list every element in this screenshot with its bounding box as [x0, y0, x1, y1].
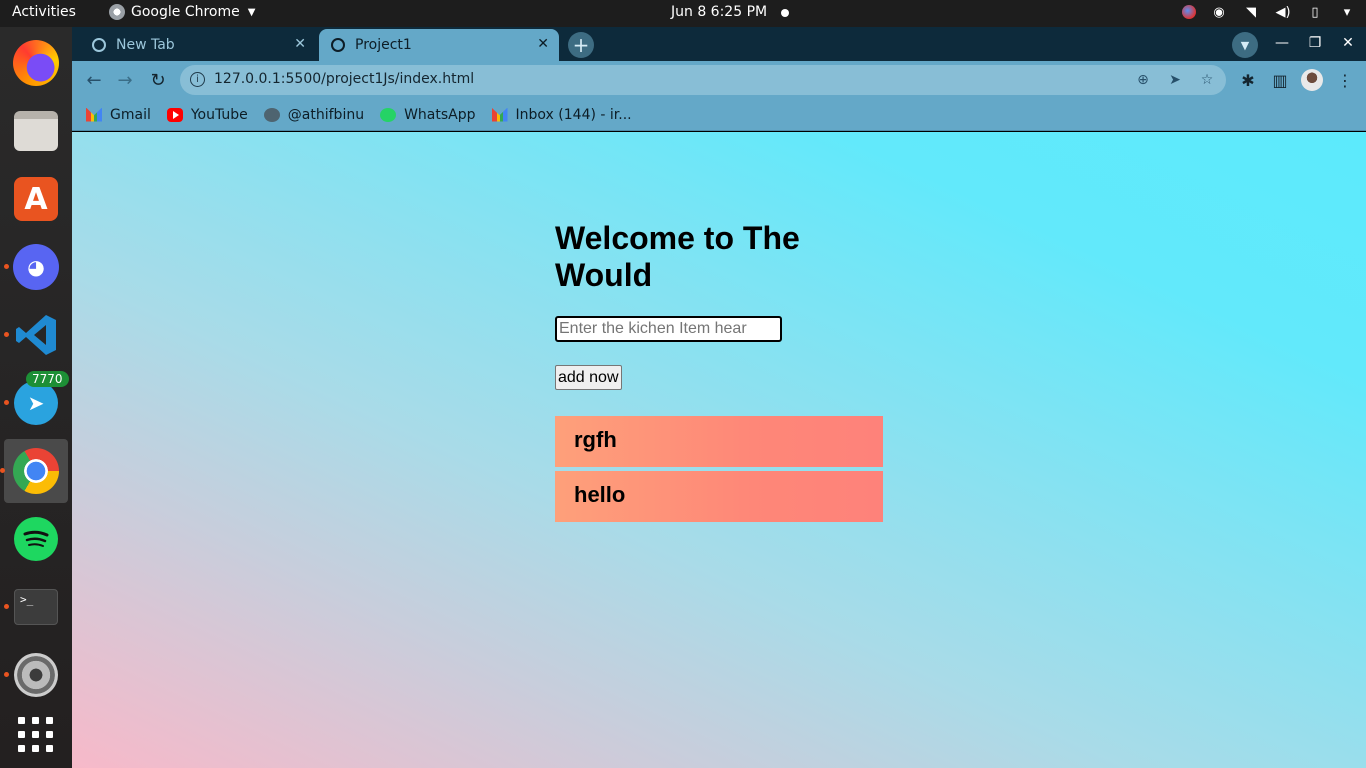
whatsapp-icon [380, 107, 397, 122]
globe-icon [331, 38, 345, 52]
settings-icon [14, 653, 58, 697]
site-info-icon[interactable]: i [190, 72, 205, 87]
side-panel-icon[interactable]: ▥ [1269, 69, 1291, 91]
volume-icon[interactable]: ◀) [1274, 4, 1292, 20]
app-store-icon: A [14, 177, 58, 221]
gmail-icon [491, 107, 508, 122]
chrome-window: New Tab ✕ Project1 ✕ + ▼ — ❐ ✕ ← → ↻ i 1… [72, 27, 1366, 768]
zoom-icon[interactable]: ⊕ [1134, 71, 1152, 89]
dock-terminal[interactable]: >_ [4, 583, 60, 631]
bookmark-gmail[interactable]: Gmail [86, 107, 151, 123]
activities-button[interactable]: Activities [12, 4, 76, 20]
close-tab-icon[interactable]: ✕ [294, 36, 306, 52]
app-menu[interactable]: Google Chrome ▼ [109, 4, 255, 20]
dock-settings[interactable] [4, 651, 60, 699]
address-bar[interactable]: i 127.0.0.1:5500/project1Js/index.html ⊕… [180, 65, 1226, 95]
browser-toolbar: ← → ↻ i 127.0.0.1:5500/project1Js/index.… [72, 61, 1366, 99]
menu-kebab-icon[interactable]: ⋮ [1334, 69, 1356, 91]
bookmark-inbox[interactable]: Inbox (144) - ir... [491, 106, 632, 123]
running-indicator [4, 604, 9, 609]
spotify-icon [14, 517, 58, 561]
bookmark-label: Inbox (144) - ir... [515, 106, 632, 123]
screen-record-icon[interactable] [1182, 5, 1196, 19]
close-tab-icon[interactable]: ✕ [537, 36, 549, 52]
bookmark-youtube[interactable]: YouTube [166, 106, 248, 123]
terminal-icon: >_ [14, 589, 58, 625]
tab-new-tab[interactable]: New Tab ✕ [80, 29, 316, 61]
bookmark-label: WhatsApp [404, 106, 476, 123]
new-tab-button[interactable]: + [568, 32, 594, 58]
page-heading: Welcome to The Would [555, 220, 800, 293]
list-item: rgfh [555, 416, 883, 467]
dock: A ◕ ➤ 7770 >_ [0, 27, 72, 768]
app-grid-icon [18, 717, 54, 753]
chrome-tab-icon [92, 38, 106, 52]
system-tray[interactable]: ◉ ◥ ◀) ▯ ▾ [1182, 4, 1356, 20]
dock-chrome-active[interactable] [0, 439, 68, 503]
dock-vscode[interactable] [4, 311, 60, 359]
bookmark-label: YouTube [190, 106, 248, 123]
running-indicator [4, 400, 9, 405]
kitchen-item-input[interactable] [555, 316, 782, 342]
restore-icon[interactable]: ❐ [1305, 33, 1325, 53]
bookmark-label: Gmail [110, 106, 151, 123]
bookmark-athifbinu[interactable]: @athifbinu [263, 106, 365, 123]
running-indicator [0, 468, 5, 473]
profile-avatar[interactable] [1301, 69, 1323, 91]
dock-discord[interactable]: ◕ [4, 243, 60, 291]
tab-title: New Tab [116, 37, 175, 53]
clock[interactable]: Jun 8 6:25 PM [671, 4, 767, 20]
bookmarks-bar: Gmail YouTube @athifbinu WhatsApp Inbox … [72, 99, 1366, 131]
dock-app-store[interactable]: A [12, 175, 60, 223]
list-item: hello [555, 471, 883, 522]
system-top-bar: Activities Google Chrome ▼ Jun 8 6:25 PM… [0, 0, 1366, 27]
vscode-icon [14, 313, 58, 357]
power-menu-icon[interactable]: ▾ [1338, 4, 1356, 20]
extensions-icon[interactable]: ✱ [1237, 69, 1259, 91]
tab-project1[interactable]: Project1 ✕ [319, 29, 559, 61]
dock-spotify[interactable] [12, 515, 60, 563]
send-icon[interactable]: ➤ [1166, 71, 1184, 89]
files-icon [14, 111, 58, 151]
url-text: 127.0.0.1:5500/project1Js/index.html [214, 71, 475, 87]
youtube-icon [166, 107, 183, 122]
add-now-button[interactable]: add now [555, 365, 622, 390]
forward-button[interactable]: → [113, 68, 137, 92]
bookmark-whatsapp[interactable]: WhatsApp [380, 106, 476, 123]
todo-app: Welcome to The Would add now rgfh hello [555, 220, 895, 526]
web-page: Welcome to The Would add now rgfh hello [72, 132, 1366, 768]
battery-icon[interactable]: ▯ [1306, 4, 1324, 20]
globe-icon [263, 107, 280, 122]
reload-button[interactable]: ↻ [146, 68, 170, 92]
running-indicator [4, 672, 9, 677]
wifi-icon[interactable]: ◥ [1242, 4, 1260, 20]
bookmark-label: @athifbinu [287, 106, 365, 123]
discord-tray-icon[interactable]: ◉ [1210, 4, 1228, 20]
gmail-icon [86, 107, 102, 122]
running-indicator [4, 264, 9, 269]
dock-firefox[interactable] [12, 39, 60, 87]
caret-down-icon: ▼ [247, 6, 256, 18]
chrome-icon [13, 448, 59, 494]
app-menu-label: Google Chrome [131, 4, 240, 20]
discord-icon: ◕ [13, 244, 59, 290]
tab-search-button[interactable]: ▼ [1232, 32, 1258, 58]
telegram-unread-badge: 7770 [26, 371, 69, 387]
close-window-icon[interactable]: ✕ [1338, 33, 1358, 53]
dock-files[interactable] [12, 107, 60, 155]
running-indicator [4, 332, 9, 337]
minimize-icon[interactable]: — [1272, 33, 1292, 53]
bookmark-star-icon[interactable]: ☆ [1198, 71, 1216, 89]
notification-dot-icon [781, 9, 789, 17]
dock-chrome[interactable] [0, 447, 60, 495]
chrome-small-icon [109, 4, 125, 20]
dock-telegram[interactable]: ➤ 7770 [4, 371, 69, 427]
item-list: rgfh hello [555, 416, 895, 522]
tab-strip: New Tab ✕ Project1 ✕ + ▼ — ❐ ✕ [72, 27, 1366, 61]
back-button[interactable]: ← [82, 68, 106, 92]
dock-show-apps[interactable] [12, 711, 60, 759]
telegram-icon: ➤ [14, 381, 58, 425]
firefox-icon [13, 40, 59, 86]
tab-title: Project1 [355, 37, 412, 53]
